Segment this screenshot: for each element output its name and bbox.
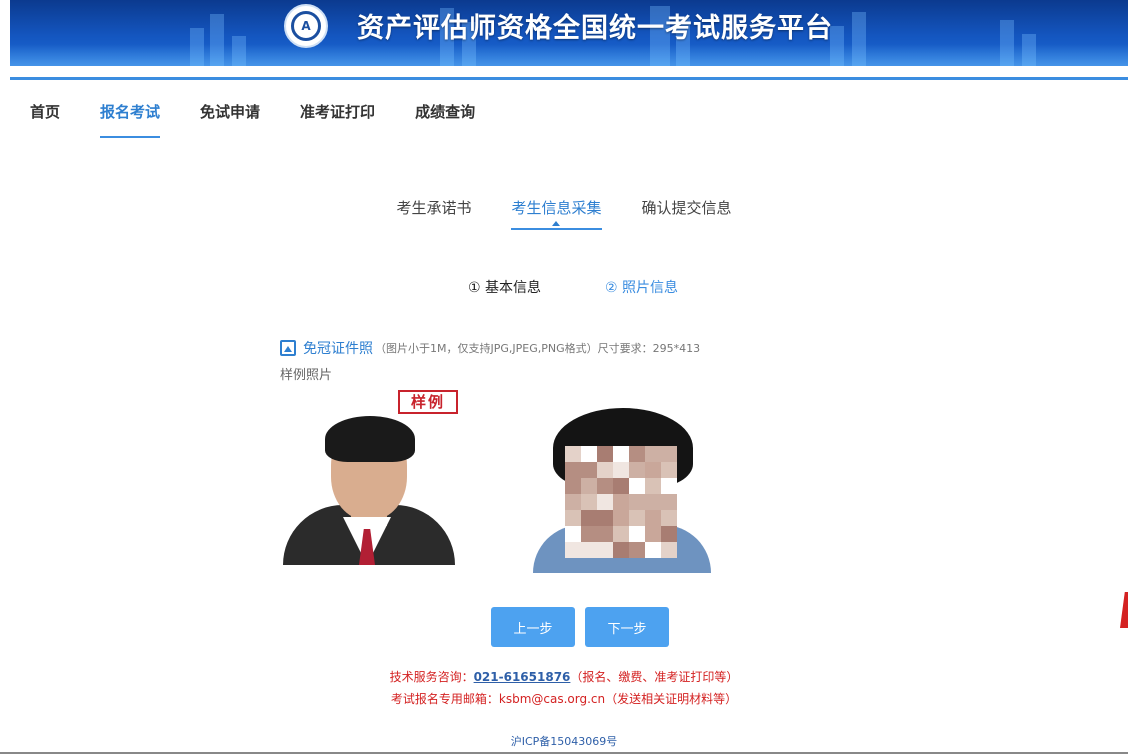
sample-photo: [283, 412, 455, 565]
sub-step-basic-info[interactable]: ① 基本信息: [468, 277, 541, 297]
side-float-mark[interactable]: [1120, 592, 1128, 628]
tab-info-collection[interactable]: 考生信息采集: [511, 197, 602, 230]
nav-item-exemption[interactable]: 免试申请: [200, 101, 260, 138]
photo-upload-title[interactable]: 免冠证件照: [303, 338, 373, 358]
email-address[interactable]: ksbm@cas.org.cn: [499, 692, 605, 706]
nav-item-admission-ticket[interactable]: 准考证打印: [300, 101, 375, 138]
pixelated-face: [565, 446, 677, 558]
sample-photo-label: 样例照片: [280, 368, 333, 383]
email-line: 考试报名专用邮箱：ksbm@cas.org.cn（发送相关证明材料等）: [0, 690, 1128, 707]
site-title: 资产评估师资格全国统一考试服务平台: [357, 13, 833, 44]
tab-info-collection-label: 考生信息采集: [511, 199, 602, 217]
tech-support-line: 技术服务咨询：021-61651876（报名、缴费、准考证打印等）: [0, 668, 1128, 685]
uploaded-photo[interactable]: [533, 406, 711, 573]
tech-support-phone-link[interactable]: 021-61651876: [474, 670, 571, 684]
tab-confirm-submit-label: 确认提交信息: [641, 199, 732, 217]
nav-item-home[interactable]: 首页: [30, 101, 60, 138]
sample-badge: 样例: [398, 390, 458, 414]
tech-support-suffix: （报名、缴费、准考证打印等）: [570, 670, 739, 684]
email-prefix: 考试报名专用邮箱：: [390, 692, 499, 706]
main-nav: 首页 报名考试 免试申请 准考证打印 成绩查询: [30, 101, 515, 138]
next-step-button[interactable]: 下一步: [585, 607, 669, 647]
image-icon: [280, 340, 296, 356]
step-tabs: 考生承诺书 考生信息采集 确认提交信息: [0, 197, 1128, 230]
photo-requirement: （图片小于1M，仅支持JPG,JPEG,PNG格式）尺寸要求：295*413: [375, 342, 701, 355]
photo-upload-header: 免冠证件照 （图片小于1M，仅支持JPG,JPEG,PNG格式）尺寸要求：295…: [280, 338, 700, 358]
nav-item-registration[interactable]: 报名考试: [100, 101, 161, 138]
nav-item-score-query[interactable]: 成绩查询: [415, 101, 475, 138]
tab-confirm-submit[interactable]: 确认提交信息: [642, 197, 732, 230]
icp-license[interactable]: 沪ICP备15043069号: [0, 733, 1128, 749]
tech-support-prefix: 技术服务咨询：: [389, 670, 474, 684]
email-suffix: （发送相关证明材料等）: [605, 692, 738, 706]
prev-step-button[interactable]: 上一步: [491, 607, 575, 647]
caret-up-icon: [552, 221, 561, 226]
tab-commitment[interactable]: 考生承诺书: [396, 197, 471, 230]
header-divider: [10, 77, 1128, 80]
logo-mark: A: [291, 11, 321, 41]
tab-commitment-label: 考生承诺书: [396, 199, 472, 217]
sub-steps: ① 基本信息 ② 照片信息: [468, 277, 742, 297]
sub-step-photo-info[interactable]: ② 照片信息: [605, 277, 678, 297]
cas-seal-icon: A: [284, 4, 328, 48]
